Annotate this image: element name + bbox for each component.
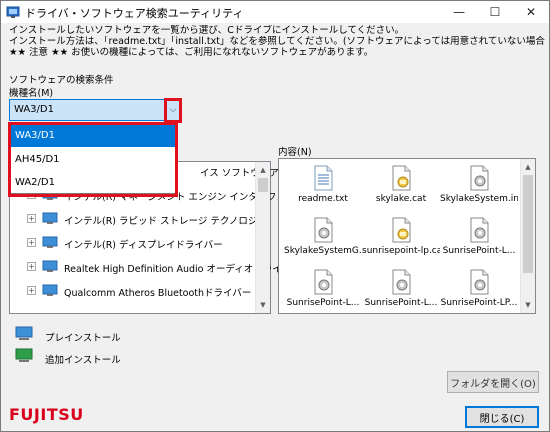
- close-window-button[interactable]: ✕: [513, 1, 549, 23]
- close-button[interactable]: 閉じる(C): [465, 406, 539, 428]
- model-name-label: 機種名(M): [9, 88, 54, 99]
- maximize-button[interactable]: ☐: [477, 1, 513, 23]
- scroll-up-icon[interactable]: ▲: [521, 159, 535, 175]
- search-condition-label: ソフトウェアの検索条件: [9, 75, 114, 86]
- file-item[interactable]: sunrisepoint-lp.cat: [362, 217, 440, 256]
- file-item[interactable]: SunrisePoint-L...: [440, 217, 518, 256]
- additional-install-legend-label: 追加インストール: [45, 355, 121, 366]
- preinstall-monitor-icon: [15, 326, 33, 340]
- file-item[interactable]: SunrisePoint-L...: [284, 269, 362, 308]
- inf-file-icon: [470, 217, 489, 243]
- monitor-icon: [42, 284, 58, 296]
- file-name: SkylakeSystemG...: [284, 246, 362, 256]
- maximize-icon: ☐: [489, 5, 501, 19]
- file-name: SkylakeSystem.inf: [440, 194, 518, 204]
- file-name: sunrisepoint-lp.cat: [362, 246, 440, 256]
- file-name: readme.txt: [298, 194, 348, 204]
- fujitsu-logo: FUJITSU: [9, 405, 84, 424]
- scroll-down-icon[interactable]: ▼: [256, 297, 270, 313]
- minimize-icon: —: [453, 5, 465, 19]
- instruction-line-3: ★★ 注意 ★★ お使いの機種によっては、ご利用になれないソフトウェアがあります…: [9, 47, 374, 58]
- text-file-icon: [314, 165, 333, 191]
- title-bar: ドライバ・ソフトウェア検索ユーティリティ — ☐ ✕: [1, 1, 549, 23]
- expand-icon[interactable]: +: [27, 286, 36, 295]
- file-item[interactable]: SunrisePoint-L...: [362, 269, 440, 308]
- inf-file-icon: [470, 269, 489, 295]
- tree-item-label: インテル(R) ディスプレイドライバー: [64, 240, 223, 251]
- file-item[interactable]: SkylakeSystemG...: [284, 217, 362, 256]
- file-name: SunrisePoint-L...: [286, 298, 360, 308]
- expand-icon[interactable]: +: [27, 262, 36, 271]
- monitor-icon: [42, 260, 58, 272]
- monitor-icon: [42, 212, 58, 224]
- monitor-icon: [42, 236, 58, 248]
- content-file-list[interactable]: readme.txt skylake.cat SkylakeSystem.inf…: [278, 158, 536, 314]
- combobox-selected-value: WA3/D1: [14, 104, 54, 115]
- utility-window: ドライバ・ソフトウェア検索ユーティリティ — ☐ ✕ インストールしたいソフトウ…: [0, 0, 550, 432]
- tree-item-label: インテル(R) ラピッド ストレージ テクノロジー: [64, 216, 267, 227]
- scroll-down-icon[interactable]: ▼: [521, 297, 535, 313]
- inf-file-icon: [392, 269, 411, 295]
- window-title: ドライバ・ソフトウェア検索ユーティリティ: [25, 7, 244, 20]
- dropdown-arrow-highlight: [164, 98, 182, 123]
- instructions: インストールしたいソフトウェアを一覧から選び、Cドライブにインストールしてくださ…: [9, 25, 545, 58]
- content-label: 内容(N): [278, 147, 312, 158]
- content-scrollbar[interactable]: ▲ ▼: [520, 159, 535, 313]
- instruction-line-2: インストール方法は、「readme.txt」「install.txt」などを参照…: [9, 36, 545, 47]
- scroll-up-icon[interactable]: ▲: [256, 162, 270, 178]
- file-name: SunrisePoint-L...: [442, 246, 516, 256]
- catalog-file-icon: [392, 165, 411, 191]
- expand-icon[interactable]: +: [27, 238, 36, 247]
- inf-file-icon: [314, 217, 333, 243]
- catalog-file-icon: [392, 217, 411, 243]
- tree-item-label: Qualcomm Atheros Bluetoothドライバー: [64, 288, 252, 299]
- tree-item[interactable]: + インテル(R) ディスプレイドライバー: [10, 234, 255, 252]
- model-combobox[interactable]: WA3/D1 ⌵: [9, 99, 181, 121]
- minimize-button[interactable]: —: [441, 1, 477, 23]
- file-item[interactable]: readme.txt: [284, 165, 362, 204]
- tree-item[interactable]: + Qualcomm Atheros Bluetoothドライバー: [10, 282, 255, 300]
- tree-scrollbar[interactable]: ▲ ▼: [255, 162, 270, 313]
- additional-install-icon: [15, 348, 33, 362]
- expand-icon[interactable]: +: [27, 214, 36, 223]
- tree-item[interactable]: + インテル(R) ラピッド ストレージ テクノロジー: [10, 210, 267, 228]
- dropdown-list-highlight: [8, 122, 178, 197]
- file-name: SunrisePoint-LP...: [440, 298, 518, 308]
- inf-file-icon: [470, 165, 489, 191]
- file-item[interactable]: SkylakeSystem.inf: [440, 165, 518, 204]
- close-icon: ✕: [525, 5, 537, 19]
- scroll-thumb[interactable]: [523, 175, 533, 273]
- file-item[interactable]: skylake.cat: [362, 165, 440, 204]
- tree-item[interactable]: + Realtek High Definition Audio オーディオドライ…: [10, 258, 301, 276]
- file-name: skylake.cat: [375, 194, 427, 204]
- app-icon: [6, 6, 20, 18]
- preinstall-legend-label: プレインストール: [45, 333, 121, 344]
- instruction-line-1: インストールしたいソフトウェアを一覧から選び、Cドライブにインストールしてくださ…: [9, 25, 405, 36]
- scroll-thumb[interactable]: [258, 178, 268, 192]
- file-item[interactable]: SunrisePoint-LP...: [440, 269, 518, 308]
- file-name: SunrisePoint-L...: [364, 298, 438, 308]
- open-folder-button[interactable]: フォルダを開く(O): [447, 371, 539, 393]
- inf-file-icon: [314, 269, 333, 295]
